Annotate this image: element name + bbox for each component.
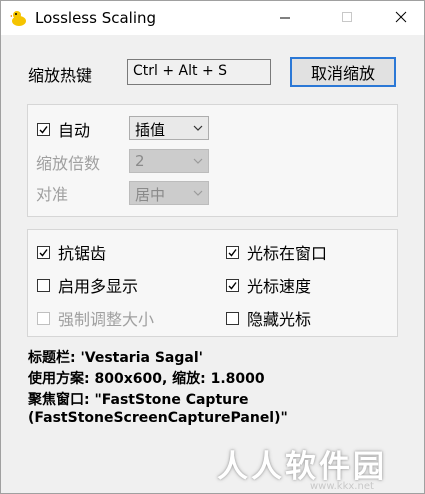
info-focus-window: 聚焦窗口: "FastStone Capture	[28, 392, 249, 408]
cursor-in-window-checkbox[interactable]: 光标在窗口	[226, 240, 327, 264]
hide-cursor-label: 隐藏光标	[247, 310, 312, 329]
window-title: Lossless Scaling	[35, 9, 157, 27]
multi-display-checkbox[interactable]: 启用多显示	[37, 273, 138, 297]
checkbox-icon	[37, 311, 50, 325]
checkbox-icon	[37, 122, 50, 136]
chevron-down-icon	[193, 158, 203, 164]
antialias-label: 抗锯齿	[58, 244, 107, 263]
cancel-scaling-button[interactable]: 取消缩放	[290, 57, 396, 87]
auto-label: 自动	[58, 121, 91, 140]
checkbox-icon	[226, 278, 239, 292]
close-button[interactable]	[378, 1, 424, 35]
watermark: 人人软件园	[217, 449, 387, 485]
cursor-speed-label: 光标速度	[247, 277, 312, 296]
info-title-bar: 标题栏: 'Vestaria Sagal'	[28, 350, 203, 366]
title-bar: Lossless Scaling	[1, 1, 424, 35]
antialias-checkbox[interactable]: 抗锯齿	[37, 240, 106, 264]
checkbox-icon	[226, 245, 239, 259]
maximize-icon	[342, 12, 352, 22]
auto-checkbox[interactable]: 自动	[37, 117, 90, 141]
scale-factor-select: 2	[129, 149, 209, 173]
align-label: 对准	[36, 185, 69, 204]
checkbox-icon	[37, 278, 50, 292]
chevron-down-icon	[193, 190, 203, 196]
hotkey-field[interactable]: Ctrl + Alt + S	[127, 59, 271, 85]
scale-factor-value: 2	[135, 152, 145, 170]
minimize-icon	[280, 17, 290, 19]
watermark-url: www.kkx.net	[310, 481, 374, 492]
align-select: 居中	[129, 181, 209, 205]
cursor-speed-checkbox[interactable]: 光标速度	[226, 273, 311, 297]
duck-icon	[10, 9, 28, 27]
scaling-mode-value: 插值	[135, 121, 166, 139]
hotkey-label: 缩放热键	[28, 66, 93, 85]
app-window: Lossless Scaling 缩放热键 Ctrl + Alt + S 取消缩…	[0, 0, 425, 494]
info-scheme: 使用方案: 800x600, 缩放: 1.8000	[28, 371, 265, 387]
scaling-settings-group: 自动 插值 缩放倍数 2 对准 居中	[27, 104, 398, 217]
force-resize-checkbox: 强制调整大小	[37, 306, 154, 330]
cursor-in-window-label: 光标在窗口	[247, 244, 328, 263]
chevron-down-icon	[193, 125, 203, 131]
align-value: 居中	[135, 186, 166, 204]
checkbox-icon	[226, 311, 239, 325]
hide-cursor-checkbox[interactable]: 隐藏光标	[226, 306, 311, 330]
maximize-button[interactable]	[324, 1, 370, 35]
multi-display-label: 启用多显示	[58, 277, 139, 296]
close-icon	[395, 11, 407, 23]
info-focus-window-class: (FastStoneScreenCapturePanel)"	[28, 410, 288, 426]
scale-factor-label: 缩放倍数	[36, 154, 101, 173]
minimize-button[interactable]	[262, 1, 308, 35]
options-group: 抗锯齿 启用多显示 强制调整大小 光标在窗口 光标速度 隐藏光标	[27, 229, 398, 337]
force-resize-label: 强制调整大小	[58, 310, 155, 329]
scaling-mode-select[interactable]: 插值	[129, 116, 209, 140]
checkbox-icon	[37, 245, 50, 259]
